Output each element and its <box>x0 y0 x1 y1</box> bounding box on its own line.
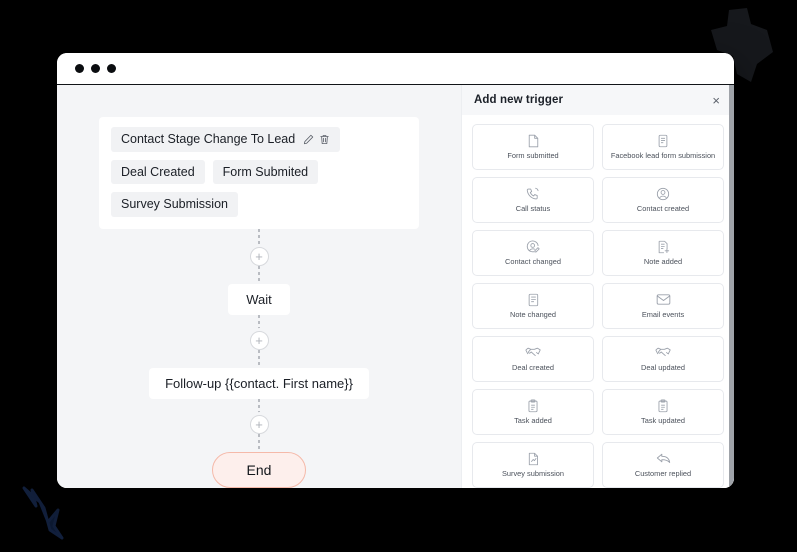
flow-connector <box>258 349 260 368</box>
window-dot-1[interactable] <box>75 64 84 73</box>
trigger-option-email-events[interactable]: Email events <box>602 283 724 329</box>
trigger-option-note-changed[interactable]: Note changed <box>472 283 594 329</box>
reply-icon <box>656 452 671 466</box>
trigger-chip[interactable]: Deal Created <box>111 159 205 184</box>
workflow-flow: Contact Stage Change To Lead Deal Create… <box>57 85 461 488</box>
window-dot-3[interactable] <box>107 64 116 73</box>
trigger-chip[interactable]: Survey Submission <box>111 192 238 217</box>
delete-trash-icon[interactable] <box>319 134 330 145</box>
flow-connector <box>258 433 260 452</box>
trigger-chip-label: Survey Submission <box>121 197 228 211</box>
trigger-option-label: Contact changed <box>505 256 561 266</box>
panel-header: Add new trigger × <box>462 85 734 115</box>
trigger-chip-actions <box>303 134 330 145</box>
trigger-option-facebook-lead-form-submission[interactable]: Facebook lead form submission <box>602 124 724 170</box>
edit-pencil-icon[interactable] <box>303 134 314 145</box>
window-dot-2[interactable] <box>91 64 100 73</box>
add-trigger-panel: Add new trigger × Form submitted Faceboo… <box>461 85 734 488</box>
note-icon <box>527 293 540 307</box>
trigger-option-label: Contact created <box>636 203 690 213</box>
trigger-option-call-status[interactable]: Call status <box>472 177 594 223</box>
add-step-plus-icon: + <box>255 248 263 264</box>
note-plus-icon <box>657 240 670 254</box>
trigger-option-task-updated[interactable]: Task updated <box>602 389 724 435</box>
flow-connector <box>258 228 260 247</box>
window-body: Contact Stage Change To Lead Deal Create… <box>57 85 734 488</box>
add-step-button[interactable]: + <box>249 330 269 350</box>
window-scrollbar-thumb[interactable] <box>729 85 734 488</box>
flow-node-label: Wait <box>246 291 272 307</box>
survey-icon <box>527 452 540 466</box>
trigger-chip[interactable]: Form Submited <box>212 159 319 184</box>
trigger-option-form-submitted[interactable]: Form submitted <box>472 124 594 170</box>
flow-node-label: Follow-up {{contact. First name}} <box>165 375 353 391</box>
flow-node-end[interactable]: End <box>211 451 307 488</box>
window-titlebar <box>57 53 734 85</box>
add-step-plus-icon: + <box>255 332 263 348</box>
clipboard-icon <box>657 399 669 413</box>
trigger-option-deal-created[interactable]: Deal created <box>472 336 594 382</box>
close-icon[interactable]: × <box>712 94 720 107</box>
trigger-option-label: Form submitted <box>507 150 559 160</box>
trigger-option-label: Task updated <box>641 415 685 425</box>
trigger-option-task-added[interactable]: Task added <box>472 389 594 435</box>
add-step-button[interactable]: + <box>249 414 269 434</box>
trigger-chip-label: Deal Created <box>121 164 195 179</box>
trigger-option-label: Customer replied <box>634 468 692 478</box>
flow-connector <box>258 398 260 415</box>
trigger-option-label: Facebook lead form submission <box>610 150 716 160</box>
trigger-option-contact-changed[interactable]: Contact changed <box>472 230 594 276</box>
trigger-option-label: Note added <box>643 256 683 266</box>
flow-connector <box>258 265 260 284</box>
flow-connector <box>258 314 260 331</box>
add-step-button[interactable]: + <box>249 246 269 266</box>
form-icon <box>657 134 669 148</box>
user-circle-icon <box>656 187 670 201</box>
handshake-icon <box>525 346 541 360</box>
file-icon <box>527 134 540 148</box>
trigger-chip-label: Form Submited <box>222 164 309 179</box>
trigger-group-card: Contact Stage Change To Lead Deal Create… <box>99 117 419 229</box>
window-scrollbar[interactable] <box>729 85 734 488</box>
trigger-chip-label: Contact Stage Change To Lead <box>121 132 296 146</box>
panel-title: Add new trigger <box>474 94 564 106</box>
handshake-icon <box>655 346 671 360</box>
envelope-icon <box>656 293 671 307</box>
clipboard-icon <box>527 399 539 413</box>
add-step-plus-icon: + <box>255 416 263 432</box>
trigger-option-label: Call status <box>515 203 551 213</box>
trigger-option-note-added[interactable]: Note added <box>602 230 724 276</box>
flow-node-label: End <box>246 461 272 478</box>
trigger-option-label: Deal updated <box>641 362 685 372</box>
workflow-canvas[interactable]: Contact Stage Change To Lead Deal Create… <box>57 85 461 488</box>
browser-window: Contact Stage Change To Lead Deal Create… <box>57 53 734 488</box>
trigger-options-grid: Form submitted Facebook lead form submis… <box>462 115 734 488</box>
trigger-option-contact-created[interactable]: Contact created <box>602 177 724 223</box>
trigger-option-label: Deal created <box>512 362 554 372</box>
trigger-chip[interactable]: Contact Stage Change To Lead <box>111 127 341 152</box>
trigger-option-survey-submission[interactable]: Survey submission <box>472 442 594 488</box>
trigger-option-deal-updated[interactable]: Deal updated <box>602 336 724 382</box>
trigger-option-label: Note changed <box>509 309 557 319</box>
user-edit-icon <box>526 240 540 254</box>
flow-node-wait[interactable]: Wait <box>228 283 290 315</box>
trigger-option-label: Task added <box>514 415 552 425</box>
decorative-shape-bottom-left <box>22 486 64 540</box>
phone-icon <box>526 187 540 201</box>
trigger-option-label: Survey submission <box>501 468 565 478</box>
flow-node-followup[interactable]: Follow-up {{contact. First name}} <box>149 367 369 399</box>
trigger-option-label: Email events <box>641 309 685 319</box>
trigger-option-customer-replied[interactable]: Customer replied <box>602 442 724 488</box>
